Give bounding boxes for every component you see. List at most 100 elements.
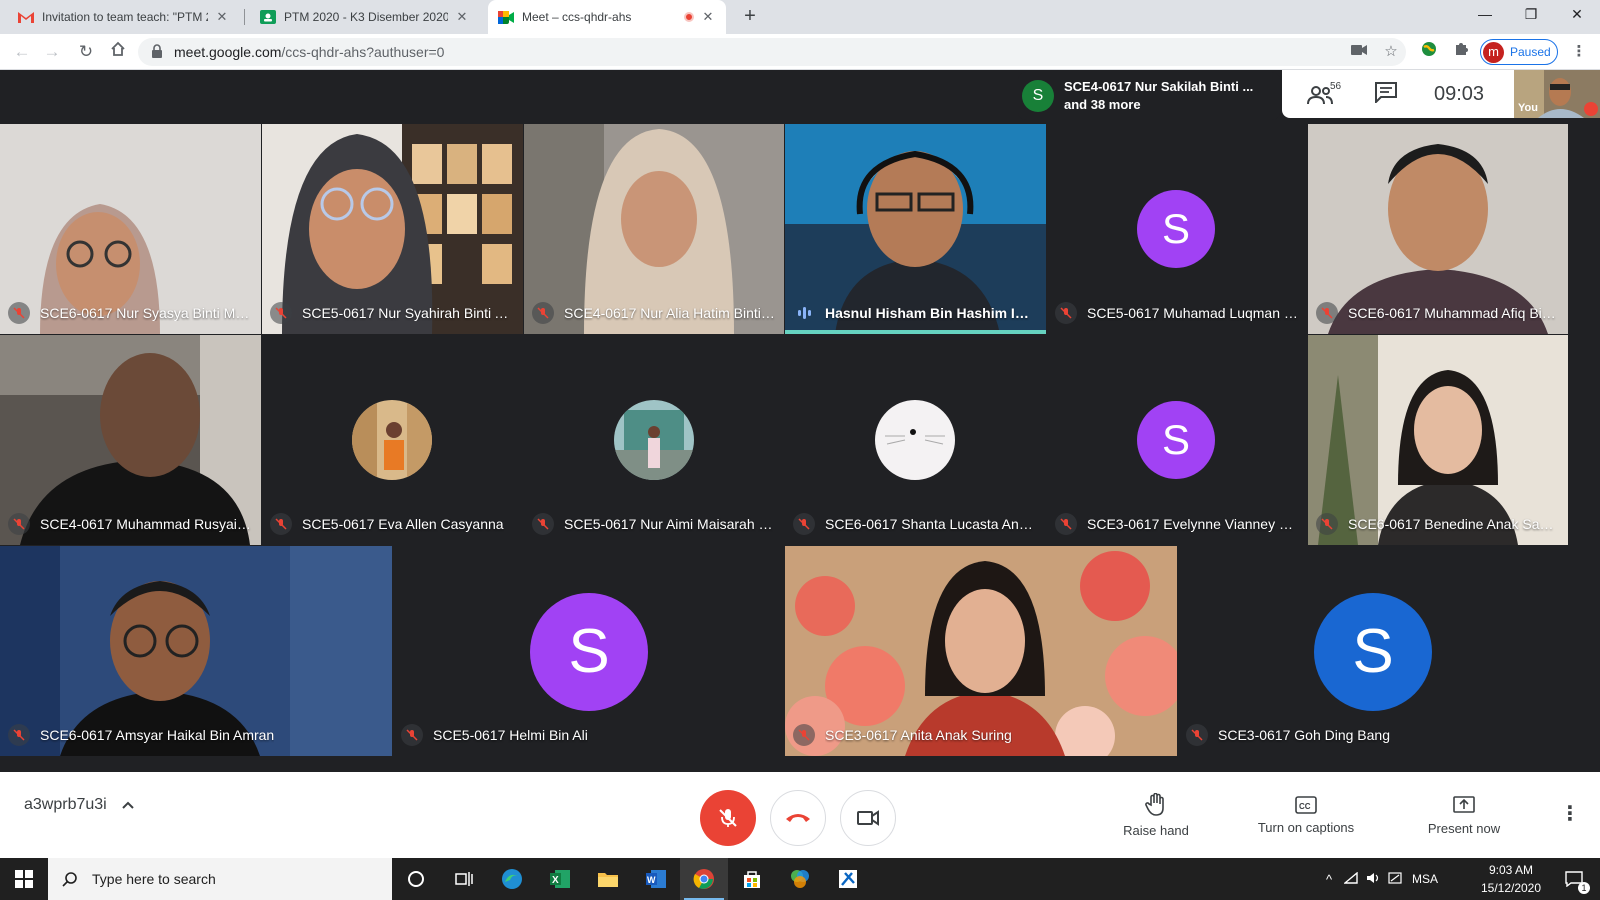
participant-tile[interactable]: SCE6-0617 Benedine Anak Sandin bbox=[1308, 335, 1568, 545]
more-options-button[interactable]: ⋮ bbox=[1558, 804, 1582, 828]
participant-name: SCE6-0617 Muhammad Afiq Bin ... bbox=[1348, 305, 1560, 321]
tab-separator bbox=[244, 9, 245, 25]
reload-button[interactable]: ↻ bbox=[74, 40, 98, 64]
participant-tile[interactable]: Hasnul Hisham Bin Hashim IPGK... bbox=[785, 124, 1046, 334]
tab-label: Meet – ccs-qhdr-ahs bbox=[522, 10, 632, 24]
taskbar-search-box[interactable]: Type here to search bbox=[48, 858, 392, 900]
participant-tile[interactable]: S SCE5-0617 Muhamad Luqman H... bbox=[1047, 124, 1307, 334]
participant-name: SCE4-0617 Muhammad Rusyaidi... bbox=[40, 516, 253, 532]
participant-tile[interactable]: SCE6-0617 Nur Syasya Binti Mhd... bbox=[0, 124, 261, 334]
extensions-puzzle-icon[interactable] bbox=[1450, 41, 1472, 63]
profile-paused-button[interactable]: m Paused bbox=[1480, 39, 1558, 65]
participant-tile[interactable]: SCE6-0617 Amsyar Haikal Bin Amran bbox=[0, 546, 392, 756]
camera-toggle-button[interactable] bbox=[840, 790, 896, 846]
captions-button[interactable]: CC Turn on captions bbox=[1246, 780, 1366, 850]
participant-avatar: S bbox=[1137, 190, 1215, 268]
volume-icon[interactable] bbox=[1362, 872, 1384, 887]
task-view-icon[interactable] bbox=[440, 858, 488, 900]
tab-classroom[interactable]: PTM 2020 - K3 Disember 2020 ✕ bbox=[250, 0, 480, 34]
closed-captions-icon: CC bbox=[1295, 795, 1317, 814]
classroom-icon bbox=[260, 9, 276, 25]
browser-toolbar: ← → ↻ meet.google.com/ccs-qhdr-ahs?authu… bbox=[0, 34, 1600, 70]
start-button[interactable] bbox=[0, 858, 48, 900]
word-icon[interactable]: W bbox=[632, 858, 680, 900]
participant-tile[interactable]: SCE5-0617 Eva Allen Casyanna bbox=[262, 335, 523, 545]
participant-tile[interactable]: SCE4-0617 Muhammad Rusyaidi... bbox=[0, 335, 261, 545]
meeting-clock: 09:03 bbox=[1434, 82, 1485, 105]
language-indicator[interactable]: MSA bbox=[1412, 872, 1438, 886]
participant-tile[interactable]: SCE3-0617 Anita Anak Suring bbox=[785, 546, 1177, 756]
mic-off-icon bbox=[401, 724, 423, 746]
bookmark-star-icon[interactable]: ☆ bbox=[1380, 41, 1402, 63]
self-view-tile[interactable]: You bbox=[1514, 70, 1600, 118]
gmail-icon bbox=[18, 9, 34, 25]
participant-tile[interactable]: S SCE3-0617 Evelynne Vianney Ed... bbox=[1047, 335, 1307, 545]
present-now-button[interactable]: Present now bbox=[1416, 780, 1512, 850]
edge-icon[interactable] bbox=[488, 858, 536, 900]
participants-button[interactable]: 56 bbox=[1306, 79, 1350, 109]
restore-button[interactable]: ❐ bbox=[1508, 0, 1554, 30]
minimize-button[interactable]: — bbox=[1462, 0, 1508, 30]
browser-tab-strip: Invitation to team teach: "PTM 20 ✕ PTM … bbox=[0, 0, 1600, 34]
presenting-banner[interactable]: S SCE4-0617 Nur Sakilah Binti ... and 38… bbox=[1018, 72, 1280, 120]
team-app-icon[interactable] bbox=[776, 858, 824, 900]
extension-globe-icon[interactable] bbox=[1418, 41, 1440, 63]
participant-tile[interactable]: S SCE5-0617 Helmi Bin Ali bbox=[393, 546, 784, 756]
participant-tile[interactable]: SCE4-0617 Nur Alia Hatim Binti Y... bbox=[524, 124, 784, 334]
tab-meet[interactable]: Meet – ccs-qhdr-ahs ✕ bbox=[488, 0, 726, 34]
chat-button[interactable] bbox=[1374, 81, 1400, 107]
system-tray: ^ MSA bbox=[1318, 858, 1438, 900]
home-button[interactable] bbox=[106, 40, 130, 64]
close-tab-icon[interactable]: ✕ bbox=[214, 9, 230, 25]
address-bar[interactable]: meet.google.com/ccs-qhdr-ahs?authuser=0 bbox=[138, 38, 1406, 66]
store-icon[interactable] bbox=[728, 858, 776, 900]
snipping-tool-icon[interactable] bbox=[824, 858, 872, 900]
cortana-icon[interactable] bbox=[392, 858, 440, 900]
profile-avatar: m bbox=[1483, 41, 1504, 63]
participant-avatar: S bbox=[530, 593, 648, 711]
hand-icon bbox=[1145, 792, 1164, 816]
mic-off-icon bbox=[1055, 302, 1077, 324]
microphone-toggle-button[interactable] bbox=[700, 790, 756, 846]
raise-hand-label: Raise hand bbox=[1123, 822, 1189, 838]
participant-tile[interactable]: SCE5-0617 Nur Aimi Maisarah Bi... bbox=[524, 335, 784, 545]
svg-text:CC: CC bbox=[1299, 802, 1311, 811]
leave-call-button[interactable] bbox=[770, 790, 826, 846]
file-explorer-icon[interactable] bbox=[584, 858, 632, 900]
new-tab-button[interactable]: + bbox=[738, 5, 762, 29]
raise-hand-button[interactable]: Raise hand bbox=[1116, 780, 1196, 850]
chevron-up-icon[interactable]: ^ bbox=[1318, 872, 1340, 887]
participant-avatar bbox=[875, 400, 955, 480]
network-icon[interactable] bbox=[1340, 871, 1362, 887]
svg-text:X: X bbox=[552, 875, 559, 886]
browser-menu-icon[interactable]: ⋮ bbox=[1568, 41, 1590, 63]
participant-tile[interactable]: SCE6-0617 Muhammad Afiq Bin ... bbox=[1308, 124, 1568, 334]
camera-in-use-icon[interactable] bbox=[1348, 41, 1370, 63]
input-icon[interactable] bbox=[1384, 871, 1406, 887]
url-host: meet.google.com bbox=[174, 44, 282, 60]
mic-off-icon bbox=[8, 302, 30, 324]
meeting-details-button[interactable]: a3wprb7u3i bbox=[24, 796, 135, 814]
tab-label: Invitation to team teach: "PTM 20 bbox=[42, 10, 208, 24]
tab-gmail-invitation[interactable]: Invitation to team teach: "PTM 20 ✕ bbox=[8, 0, 240, 34]
participant-name: SCE3-0617 Evelynne Vianney Ed... bbox=[1087, 516, 1299, 532]
close-tab-icon[interactable]: ✕ bbox=[700, 9, 716, 25]
video-grid: SCE6-0617 Nur Syasya Binti Mhd... SCE5-0… bbox=[0, 124, 1600, 772]
self-mic-off-icon bbox=[1584, 102, 1598, 116]
close-window-button[interactable]: ✕ bbox=[1554, 0, 1600, 30]
back-button[interactable]: ← bbox=[10, 40, 34, 64]
presenter-avatar: S bbox=[1022, 80, 1054, 112]
participant-tile[interactable]: S SCE3-0617 Goh Ding Bang bbox=[1178, 546, 1568, 756]
meet-control-bar: a3wprb7u3i Raise hand CC Turn on caption… bbox=[0, 772, 1600, 858]
participant-tile[interactable]: SCE5-0617 Nur Syahirah Binti Ab... bbox=[262, 124, 523, 334]
presenter-more: and 38 more bbox=[1064, 97, 1141, 112]
taskbar-clock[interactable]: 9:03 AM 15/12/2020 bbox=[1480, 861, 1542, 897]
forward-button[interactable]: → bbox=[40, 40, 64, 64]
url-path: /ccs-qhdr-ahs?authuser=0 bbox=[281, 44, 445, 60]
notifications-button[interactable]: 1 bbox=[1552, 858, 1596, 900]
close-tab-icon[interactable]: ✕ bbox=[454, 9, 470, 25]
participant-name: SCE5-0617 Eva Allen Casyanna bbox=[302, 516, 504, 532]
chrome-icon[interactable] bbox=[680, 858, 728, 900]
excel-icon[interactable]: X bbox=[536, 858, 584, 900]
participant-tile[interactable]: SCE6-0617 Shanta Lucasta Anak ... bbox=[785, 335, 1046, 545]
